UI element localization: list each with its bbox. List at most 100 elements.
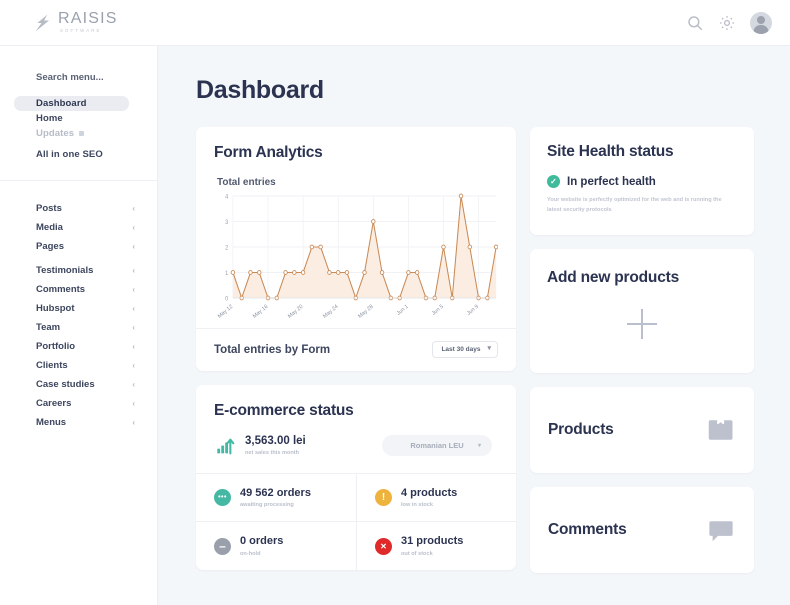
currency-select[interactable]: Romanian LEU ▾ xyxy=(382,435,492,456)
brand-logo[interactable]: RAISIS SOFTWARE xyxy=(34,11,118,33)
search-icon[interactable] xyxy=(686,14,704,32)
chevron-left-icon: ‹ xyxy=(132,362,135,370)
chevron-updown-icon: ▾ xyxy=(487,346,491,352)
sidebar-item-testimonials[interactable]: Testimonials ‹ xyxy=(0,261,157,280)
sidebar-divider xyxy=(0,180,157,181)
updates-badge-icon xyxy=(79,131,84,136)
add-new-products-card[interactable]: Add new products xyxy=(530,249,754,373)
raisis-logo-icon xyxy=(34,13,54,33)
sidebar-item-pages[interactable]: Pages ‹ xyxy=(0,237,157,256)
total-entries-by-form-label: Total entries by Form xyxy=(214,344,330,356)
bar-chart-up-icon xyxy=(216,436,236,455)
comments-tile-title: Comments xyxy=(548,521,627,539)
chevron-left-icon: ‹ xyxy=(132,324,135,332)
sidebar-item-label: Team xyxy=(36,322,60,333)
sidebar-item-label: Posts xyxy=(36,203,62,214)
products-tile[interactable]: Products xyxy=(530,387,754,473)
sidebar-search-label[interactable]: Search menu... xyxy=(0,72,157,83)
avatar[interactable] xyxy=(750,12,772,34)
svg-text:3: 3 xyxy=(225,220,228,226)
add-product-action[interactable] xyxy=(547,309,737,339)
ecommerce-title: E-commerce status xyxy=(214,402,498,420)
page-title: Dashboard xyxy=(196,76,752,105)
sidebar-item-media[interactable]: Media ‹ xyxy=(0,218,157,237)
stat-value: 0 orders xyxy=(240,535,283,548)
sidebar-item-label: Careers xyxy=(36,398,71,409)
sidebar-item-label: Comments xyxy=(36,284,85,295)
close-circle-icon: ✕ xyxy=(375,538,392,555)
dots-circle-icon: ••• xyxy=(214,489,231,506)
site-health-status-row: ✓ In perfect health xyxy=(547,175,737,188)
sidebar-item-portfolio[interactable]: Portfolio ‹ xyxy=(0,337,157,356)
sidebar-item-dashboard[interactable]: Dashboard xyxy=(14,96,129,111)
site-health-status: In perfect health xyxy=(567,176,656,188)
add-new-products-title: Add new products xyxy=(547,269,737,287)
sidebar-item-updates[interactable]: Updates xyxy=(0,126,143,141)
body: Search menu... Dashboard Home Updates Al… xyxy=(0,46,790,605)
sidebar-item-clients[interactable]: Clients ‹ xyxy=(0,356,157,375)
stat-value: 4 products xyxy=(401,487,457,500)
stat-text: 4 products low in stock xyxy=(401,487,457,508)
sidebar-item-all-in-one-seo[interactable]: All in one SEO xyxy=(0,147,143,162)
svg-text:2: 2 xyxy=(225,245,228,251)
stat-value: 49 562 orders xyxy=(240,487,311,500)
sidebar-item-team[interactable]: Team ‹ xyxy=(0,318,157,337)
sidebar-item-home[interactable]: Home xyxy=(0,111,143,126)
svg-text:May 12: May 12 xyxy=(217,304,234,320)
chevron-left-icon: ‹ xyxy=(132,381,135,389)
ecommerce-header: E-commerce status 3,563.00 lei xyxy=(196,385,516,456)
sidebar-item-posts[interactable]: Posts ‹ xyxy=(0,199,157,218)
stat-out-of-stock[interactable]: ✕ 31 products out of stock xyxy=(356,521,516,569)
sidebar-item-comments[interactable]: Comments ‹ xyxy=(0,280,157,299)
chevron-left-icon: ‹ xyxy=(132,243,135,251)
chevron-left-icon: ‹ xyxy=(132,286,135,294)
sidebar-item-label: Dashboard xyxy=(36,98,87,109)
chevron-left-icon: ‹ xyxy=(132,419,135,427)
stat-low-in-stock[interactable]: ! 4 products low in stock xyxy=(356,473,516,521)
chevron-left-icon: ‹ xyxy=(132,343,135,351)
net-sales-row: 3,563.00 lei net sales this month Romani… xyxy=(216,435,498,456)
check-circle-icon: ✓ xyxy=(547,175,560,188)
svg-text:May 16: May 16 xyxy=(252,304,269,320)
net-sales-text: 3,563.00 lei net sales this month xyxy=(245,435,306,456)
stat-text: 0 orders on-hold xyxy=(240,535,283,556)
sidebar-item-label: Case studies xyxy=(36,379,95,390)
sidebar-item-careers[interactable]: Careers ‹ xyxy=(0,394,157,413)
date-range-select[interactable]: Last 30 days ▾ xyxy=(432,341,498,358)
total-entries-chart: 01234May 12May 16May 20May 24May 28Jun 1… xyxy=(214,192,498,324)
svg-text:May 28: May 28 xyxy=(357,304,374,320)
stat-awaiting-processing[interactable]: ••• 49 562 orders awaiting processing xyxy=(196,473,356,521)
sidebar-section-group: Posts ‹ Media ‹ Pages ‹ Testimonials ‹ xyxy=(0,199,157,432)
sidebar-item-hubspot[interactable]: Hubspot ‹ xyxy=(0,299,157,318)
currency-value: Romanian LEU xyxy=(410,441,463,450)
chevron-left-icon: ‹ xyxy=(132,205,135,213)
svg-text:Jun 5: Jun 5 xyxy=(431,304,445,317)
comments-tile[interactable]: Comments xyxy=(530,487,754,573)
sidebar-primary-group: Dashboard Home Updates All in one SEO xyxy=(0,96,157,162)
sidebar-item-label: All in one SEO xyxy=(36,149,103,160)
main-content: Dashboard Form Analytics Total entries 0… xyxy=(158,46,790,605)
chart-svg: 01234May 12May 16May 20May 24May 28Jun 1… xyxy=(216,192,498,324)
stat-caption: on-hold xyxy=(240,551,283,557)
gear-icon[interactable] xyxy=(718,14,736,32)
svg-text:4: 4 xyxy=(225,194,229,200)
chevron-left-icon: ‹ xyxy=(132,267,135,275)
form-analytics-card: Form Analytics Total entries 01234May 12… xyxy=(196,127,516,371)
svg-text:1: 1 xyxy=(225,271,228,277)
svg-text:Jun 1: Jun 1 xyxy=(396,304,410,317)
svg-text:0: 0 xyxy=(225,296,228,302)
site-health-description: Your website is perfectly optimized for … xyxy=(547,196,725,215)
sidebar-item-label: Portfolio xyxy=(36,341,75,352)
stat-on-hold[interactable]: – 0 orders on-hold xyxy=(196,521,356,569)
products-tile-title: Products xyxy=(548,421,614,439)
chevron-down-icon: ▾ xyxy=(478,442,481,449)
sidebar-item-menus[interactable]: Menus ‹ xyxy=(0,413,157,432)
stat-caption: low in stock xyxy=(401,502,457,508)
ecommerce-stats: ••• 49 562 orders awaiting processing ! … xyxy=(196,473,516,569)
sidebar-item-case-studies[interactable]: Case studies ‹ xyxy=(0,375,157,394)
stat-value: 31 products xyxy=(401,535,463,548)
form-analytics-subtitle: Total entries xyxy=(217,177,498,188)
sidebar-item-label: Updates xyxy=(36,128,74,139)
sidebar-item-label: Hubspot xyxy=(36,303,75,314)
brand-name: RAISIS xyxy=(58,11,118,27)
